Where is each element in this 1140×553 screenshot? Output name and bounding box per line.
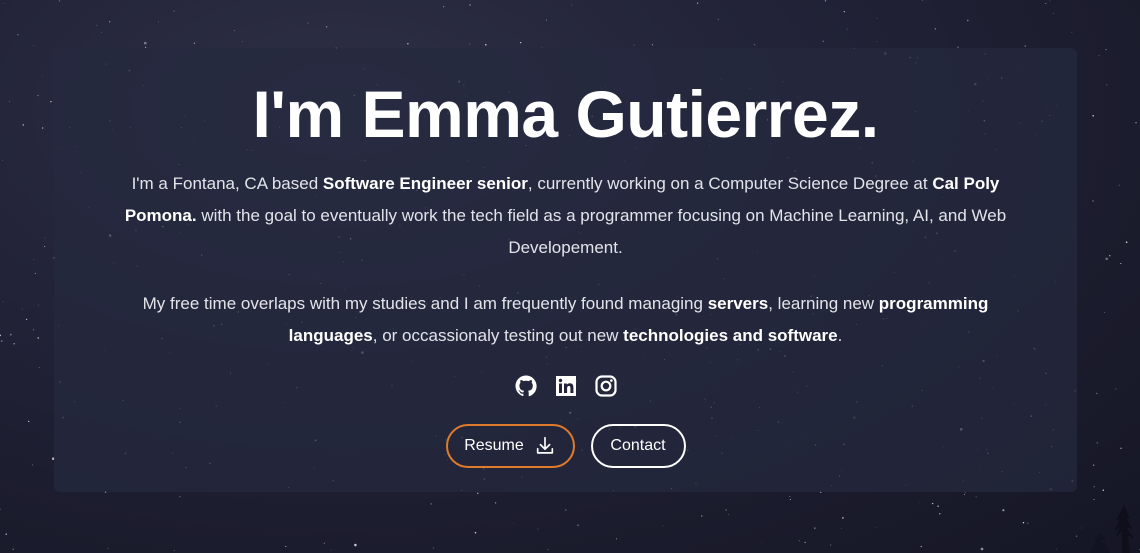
hobbies-text: , or occassionaly testing out new — [372, 326, 624, 345]
hobbies-paragraph: My free time overlaps with my studies an… — [114, 288, 1017, 352]
hobbies-highlight-servers: servers — [707, 294, 769, 313]
intro-highlight-role: Software Engineer senior — [322, 174, 528, 193]
hobbies-text: My free time overlaps with my studies an… — [142, 294, 708, 313]
hero-card: I'm Emma Gutierrez. I'm a Fontana, CA ba… — [54, 48, 1077, 492]
linkedin-link[interactable] — [554, 374, 578, 398]
intro-paragraph: I'm a Fontana, CA based Software Enginee… — [94, 168, 1037, 264]
instagram-icon — [594, 375, 617, 397]
intro-text: , currently working on a Computer Scienc… — [527, 174, 933, 193]
hobbies-text: , learning new — [768, 294, 879, 313]
resume-download-button[interactable]: Resume — [445, 424, 575, 468]
hobbies-highlight-tech: technologies and software — [623, 326, 838, 345]
contact-button[interactable]: Contact — [590, 424, 686, 468]
github-link[interactable] — [514, 374, 538, 398]
hero-title: I'm Emma Gutierrez. — [252, 77, 879, 151]
linkedin-icon — [555, 376, 576, 396]
intro-text: with the goal to eventually work the tec… — [196, 206, 1007, 257]
social-links — [54, 374, 1077, 398]
hero-actions: Resume Contact — [54, 424, 1077, 468]
download-icon — [536, 436, 553, 454]
hobbies-text: . — [837, 326, 843, 345]
github-icon — [515, 375, 537, 397]
resume-button-label: Resume — [464, 437, 524, 454]
intro-text: I'm a Fontana, CA based — [131, 174, 323, 193]
instagram-link[interactable] — [594, 374, 618, 398]
tree-silhouette — [1090, 505, 1134, 553]
contact-button-label: Contact — [610, 437, 666, 454]
